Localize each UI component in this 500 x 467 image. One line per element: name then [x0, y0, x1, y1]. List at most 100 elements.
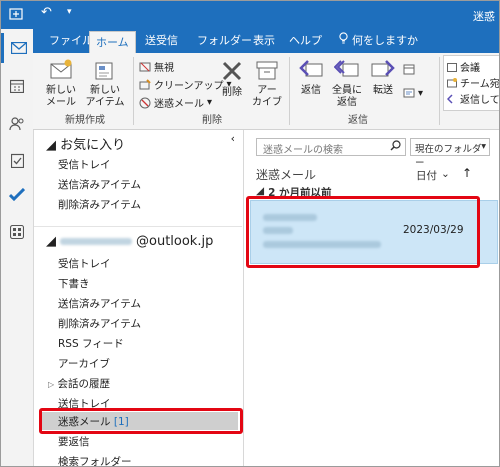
reply-all-label: 全員に 返信: [332, 85, 362, 108]
sort-by-date[interactable]: 日付 ⌄: [416, 168, 450, 183]
sort-label: 日付: [416, 170, 437, 182]
folder-title: 迷惑メール: [256, 168, 317, 182]
chevron-down-icon: ▾: [207, 97, 213, 108]
divider: [34, 226, 242, 227]
folder-conversation-history[interactable]: ▷ 会話の履歴: [48, 376, 110, 391]
ribbon: 新しい メール 新しい アイテム 新規作成 無視 クリーンアップ ▾ 迷惑メール…: [33, 53, 499, 130]
team-mail-icon: [447, 77, 457, 87]
folder-sent-items[interactable]: 送信済みアイテム: [58, 296, 141, 311]
folder-inbox[interactable]: 受信トレイ: [58, 256, 111, 271]
favorite-deleted-items[interactable]: 削除済みアイテム: [58, 197, 141, 212]
folder-follow-up[interactable]: 要返信: [58, 434, 90, 449]
highlight-box: [246, 196, 480, 268]
folder-conversation-history-label: 会話の履歴: [57, 378, 111, 390]
favorite-inbox[interactable]: 受信トレイ: [58, 157, 111, 172]
account-header[interactable]: ◢ @outlook.jp: [46, 234, 213, 249]
expand-arrow-icon: ◢: [46, 234, 56, 249]
new-items-button[interactable]: 新しい アイテム: [85, 59, 125, 109]
tab-view[interactable]: 表示: [247, 29, 281, 53]
collapse-pane-icon[interactable]: ‹: [231, 132, 235, 145]
new-mail-button[interactable]: 新しい メール: [41, 59, 81, 109]
reply-icon: [299, 60, 323, 77]
group-separator: [439, 57, 440, 125]
apps-icon[interactable]: [1, 217, 33, 247]
quick-step-team[interactable]: チーム宛: [447, 75, 500, 90]
title-bar: ↶ ▾ 迷惑: [1, 1, 499, 29]
chevron-down-icon: ▾: [418, 87, 424, 99]
junk-button[interactable]: 迷惑メール ▾: [139, 95, 212, 110]
archive-icon: [256, 61, 278, 80]
reply-label: 返信: [301, 85, 321, 96]
more-respond-icon: [403, 88, 415, 98]
tell-me-box[interactable]: 何をしますか: [333, 29, 424, 53]
reply-icon: [447, 93, 453, 104]
search-scope-dropdown[interactable]: 現在のフォルダー ▾: [410, 138, 490, 169]
search-placeholder: 迷惑メールの検索: [263, 145, 343, 156]
calendar-icon[interactable]: [1, 71, 33, 101]
forward-icon: [371, 60, 395, 77]
tab-home[interactable]: ホーム: [89, 31, 136, 54]
archive-label: アー カイブ: [252, 85, 282, 108]
new-mail-label: 新しい メール: [46, 85, 76, 108]
mail-icon[interactable]: [1, 33, 33, 63]
undo-icon[interactable]: ↶: [41, 5, 55, 20]
search-icon[interactable]: [390, 140, 401, 154]
sort-direction-icon[interactable]: ↑: [462, 166, 472, 180]
quick-step-reply-label: 返信して: [460, 95, 500, 106]
group-delete-label: 削除: [202, 115, 222, 126]
folder-deleted-items[interactable]: 削除済みアイテム: [58, 316, 141, 331]
tab-send-receive[interactable]: 送受信: [139, 29, 184, 53]
expand-arrow-icon: ◢: [46, 138, 56, 153]
expand-arrow-icon: ▷: [48, 380, 55, 389]
chevron-down-icon: ⌄: [441, 168, 450, 180]
cleanup-icon: [139, 78, 151, 89]
group-respond-label: 返信: [348, 115, 368, 126]
meeting-reply-button[interactable]: [403, 63, 415, 75]
new-items-icon: [95, 62, 113, 80]
folder-drafts[interactable]: 下書き: [58, 276, 90, 291]
chevron-down-icon: ▾: [481, 141, 486, 152]
folder-rss[interactable]: RSS フィード: [58, 336, 124, 351]
group-separator: [133, 57, 134, 125]
send-receive-all-icon[interactable]: [9, 7, 23, 21]
more-respond-button[interactable]: ▾: [403, 87, 423, 99]
favorites-label: お気に入り: [60, 138, 126, 153]
delete-icon: [222, 61, 242, 81]
delete-label: 削除: [222, 87, 242, 98]
quick-step-team-label: チーム宛: [460, 79, 500, 90]
quick-step-meeting[interactable]: 会議: [447, 59, 480, 74]
archive-button[interactable]: アー カイブ: [251, 59, 283, 109]
app-bar: [1, 29, 34, 466]
ignore-button[interactable]: 無視: [139, 59, 174, 74]
new-items-label: 新しい アイテム: [85, 85, 125, 108]
tab-help[interactable]: ヘルプ: [283, 29, 328, 53]
ribbon-tabs: ファイル ホーム 送受信 フォルダー 表示 ヘルプ 何をしますか: [33, 29, 499, 54]
new-mail-icon: [50, 59, 72, 79]
junk-icon: [139, 97, 151, 108]
todo-icon[interactable]: [1, 179, 33, 209]
tasks-icon[interactable]: [1, 145, 33, 175]
folder-archive[interactable]: アーカイブ: [58, 356, 110, 371]
favorite-sent-items[interactable]: 送信済みアイテム: [58, 177, 141, 192]
quick-steps-gallery[interactable]: 会議 チーム宛 返信して: [443, 55, 500, 111]
group-new-label: 新規作成: [65, 115, 105, 126]
search-input[interactable]: 迷惑メールの検索: [256, 138, 406, 156]
favorites-header[interactable]: ◢ お気に入り: [46, 134, 125, 153]
account-name-redacted: [60, 238, 132, 245]
forward-button[interactable]: 転送: [367, 59, 399, 97]
quick-step-reply[interactable]: 返信して: [447, 91, 500, 106]
calendar-reply-icon: [403, 64, 415, 75]
highlight-box: [39, 408, 243, 434]
window-title: 迷惑: [473, 10, 495, 23]
reply-all-button[interactable]: 全員に 返信: [329, 59, 365, 109]
folder-search-folders[interactable]: 検索フォルダー: [58, 454, 132, 466]
tell-me-label: 何をしますか: [352, 34, 418, 47]
customize-toolbar-icon[interactable]: ▾: [67, 7, 81, 21]
group-separator: [289, 57, 290, 125]
account-domain: @outlook.jp: [136, 234, 214, 249]
reply-button[interactable]: 返信: [295, 59, 327, 97]
people-icon[interactable]: [1, 109, 33, 139]
folder-pane: ◢ お気に入り ‹ 受信トレイ 送信済みアイテム 削除済みアイテム ◢ @out…: [34, 130, 244, 466]
forward-label: 転送: [373, 85, 393, 96]
delete-button[interactable]: 削除: [217, 59, 247, 99]
